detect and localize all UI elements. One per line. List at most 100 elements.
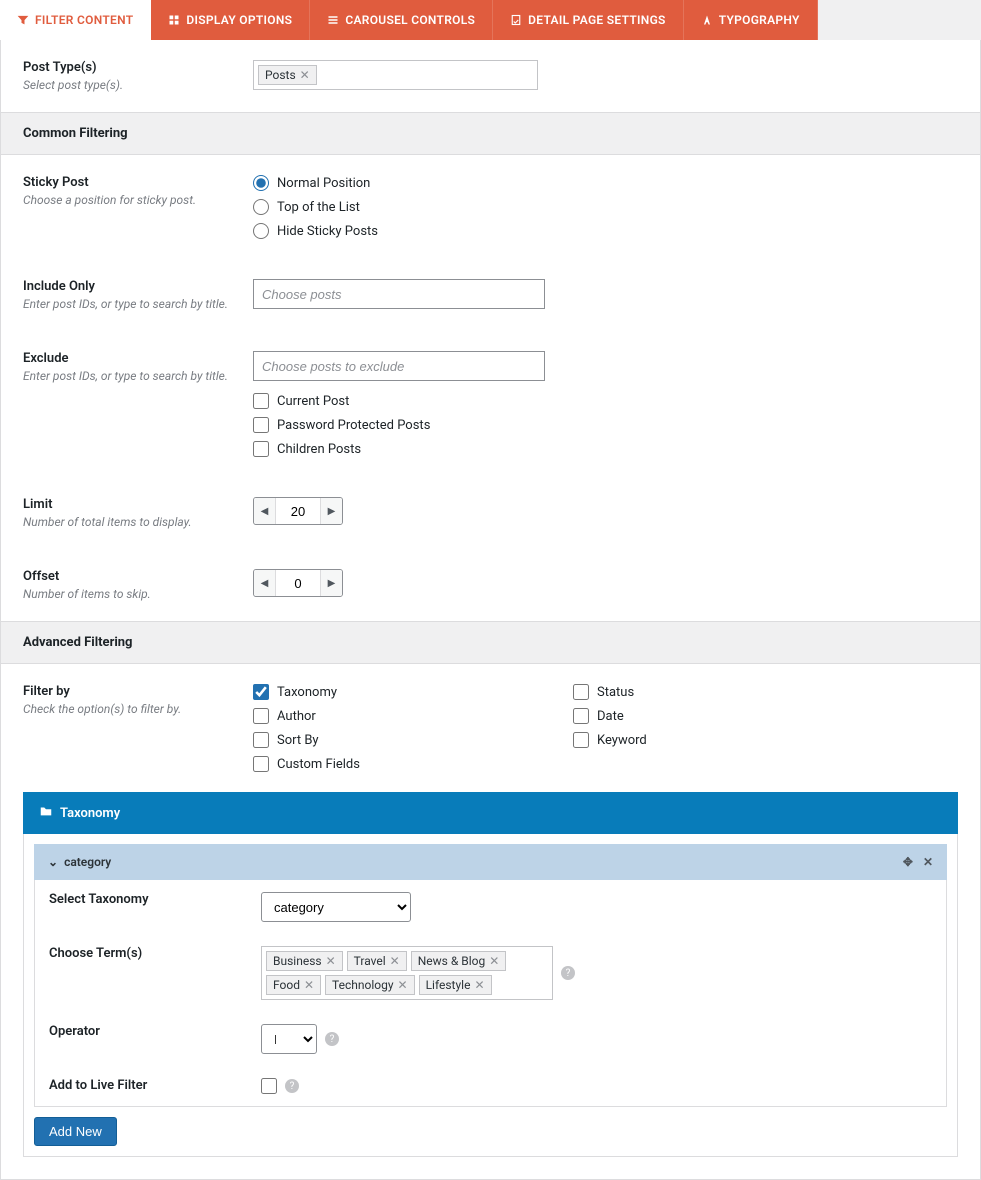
limit-value[interactable]	[276, 498, 320, 524]
include-input[interactable]	[253, 279, 545, 309]
section-common-filtering: Common Filtering	[1, 112, 980, 155]
remove-tag-icon[interactable]: ✕	[390, 954, 400, 968]
tag-label: Business	[273, 954, 322, 968]
tag-label: Travel	[354, 954, 386, 968]
remove-tag-icon[interactable]: ✕	[398, 978, 408, 992]
radio-input[interactable]	[253, 199, 269, 215]
remove-tag-icon[interactable]: ✕	[326, 954, 336, 968]
tab-label: DISPLAY OPTIONS	[186, 13, 292, 27]
accordion-category[interactable]: ⌄ category ✥ ✕	[34, 844, 947, 880]
post-type-input[interactable]: Posts ✕	[253, 60, 538, 90]
help-icon[interactable]: ?	[285, 1079, 299, 1093]
exclude-input[interactable]	[253, 351, 545, 381]
taxonomy-header: Taxonomy	[23, 792, 958, 834]
check-label: Sort By	[277, 733, 319, 748]
radio-top-of-list[interactable]: Top of the List	[253, 199, 958, 215]
tab-carousel-controls[interactable]: CAROUSEL CONTROLS	[310, 0, 493, 40]
tab-display-options[interactable]: DISPLAY OPTIONS	[151, 0, 310, 40]
tag-posts[interactable]: Posts ✕	[258, 65, 317, 85]
select-taxonomy[interactable]: category	[261, 892, 411, 922]
radio-input[interactable]	[253, 175, 269, 191]
limit-decrement[interactable]: ◀	[254, 498, 276, 524]
offset-increment[interactable]: ▶	[320, 570, 342, 596]
check-label: Author	[277, 709, 316, 724]
radio-hide-sticky[interactable]: Hide Sticky Posts	[253, 223, 958, 239]
tag-news-blog[interactable]: News & Blog✕	[411, 951, 507, 971]
field-sticky-post: Sticky Post Choose a position for sticky…	[1, 155, 980, 259]
check-taxonomy[interactable]: Taxonomy	[253, 684, 533, 700]
field-include-only: Include Only Enter post IDs, or type to …	[1, 259, 980, 331]
checkbox-input[interactable]	[253, 441, 269, 457]
checkbox-input[interactable]	[253, 708, 269, 724]
field-title: Exclude	[23, 351, 233, 366]
help-icon[interactable]: ?	[325, 1032, 339, 1046]
tag-technology[interactable]: Technology✕	[325, 975, 415, 995]
page-icon	[510, 14, 522, 26]
check-author[interactable]: Author	[253, 708, 533, 724]
check-label: Current Post	[277, 394, 349, 409]
row-label: Select Taxonomy	[49, 892, 249, 907]
checkbox-input[interactable]	[573, 708, 589, 724]
tab-typography[interactable]: TYPOGRAPHY	[684, 0, 818, 40]
tag-food[interactable]: Food✕	[266, 975, 321, 995]
terms-input[interactable]: Business✕ Travel✕ News & Blog✕ Food✕ Tec…	[261, 946, 553, 1000]
checkbox-input[interactable]	[253, 732, 269, 748]
check-sort-by[interactable]: Sort By	[253, 732, 533, 748]
checkbox-input[interactable]	[253, 417, 269, 433]
check-current-post[interactable]: Current Post	[253, 393, 958, 409]
tag-label: Posts	[265, 68, 296, 82]
tag-business[interactable]: Business ✕	[266, 951, 343, 971]
field-title: Filter by	[23, 684, 233, 699]
check-label: Date	[597, 709, 624, 724]
check-label: Custom Fields	[277, 757, 360, 772]
select-operator[interactable]: IN	[261, 1024, 317, 1054]
field-title: Limit	[23, 497, 233, 512]
tag-travel[interactable]: Travel ✕	[347, 951, 407, 971]
remove-tag-icon[interactable]: ✕	[304, 978, 314, 992]
live-filter-checkbox[interactable]	[261, 1078, 277, 1094]
field-exclude: Exclude Enter post IDs, or type to searc…	[1, 331, 980, 477]
checkbox-input[interactable]	[253, 393, 269, 409]
checkbox-input[interactable]	[253, 756, 269, 772]
add-new-button[interactable]: Add New	[34, 1117, 117, 1146]
radio-normal-position[interactable]: Normal Position	[253, 175, 958, 191]
tag-label: News & Blog	[418, 954, 486, 968]
radio-label: Hide Sticky Posts	[277, 224, 378, 239]
check-label: Taxonomy	[277, 685, 337, 700]
tab-detail-page-settings[interactable]: DETAIL PAGE SETTINGS	[493, 0, 684, 40]
radio-input[interactable]	[253, 223, 269, 239]
remove-tag-icon[interactable]: ✕	[489, 954, 499, 968]
check-children-posts[interactable]: Children Posts	[253, 441, 958, 457]
field-desc: Choose a position for sticky post.	[23, 193, 233, 207]
move-icon[interactable]: ✥	[903, 855, 913, 869]
checkbox-input[interactable]	[573, 684, 589, 700]
field-post-type: Post Type(s) Select post type(s). Posts …	[1, 40, 980, 112]
radio-label: Top of the List	[277, 200, 360, 215]
check-custom-fields[interactable]: Custom Fields	[253, 756, 533, 772]
limit-increment[interactable]: ▶	[320, 498, 342, 524]
tab-label: FILTER CONTENT	[35, 13, 133, 27]
check-date[interactable]: Date	[573, 708, 853, 724]
tab-filter-content[interactable]: FILTER CONTENT	[0, 0, 151, 40]
remove-tag-icon[interactable]: ✕	[300, 68, 310, 82]
folder-icon	[39, 804, 53, 822]
field-title: Sticky Post	[23, 175, 233, 190]
accordion-title: category	[64, 855, 111, 869]
offset-decrement[interactable]: ◀	[254, 570, 276, 596]
field-desc: Number of total items to display.	[23, 515, 233, 529]
check-status[interactable]: Status	[573, 684, 853, 700]
checkbox-input[interactable]	[253, 684, 269, 700]
offset-value[interactable]	[276, 570, 320, 596]
close-icon[interactable]: ✕	[923, 855, 933, 869]
sliders-icon	[327, 14, 339, 26]
accordion-body: Select Taxonomy category Choose Term(s) …	[34, 880, 947, 1107]
checkbox-input[interactable]	[573, 732, 589, 748]
tag-lifestyle[interactable]: Lifestyle✕	[419, 975, 492, 995]
help-icon[interactable]: ?	[561, 966, 575, 980]
remove-tag-icon[interactable]: ✕	[474, 978, 484, 992]
check-label: Keyword	[597, 733, 647, 748]
check-keyword[interactable]: Keyword	[573, 732, 853, 748]
row-operator: Operator IN ?	[35, 1012, 946, 1066]
field-filter-by: Filter by Check the option(s) to filter …	[1, 664, 980, 792]
check-password-posts[interactable]: Password Protected Posts	[253, 417, 958, 433]
